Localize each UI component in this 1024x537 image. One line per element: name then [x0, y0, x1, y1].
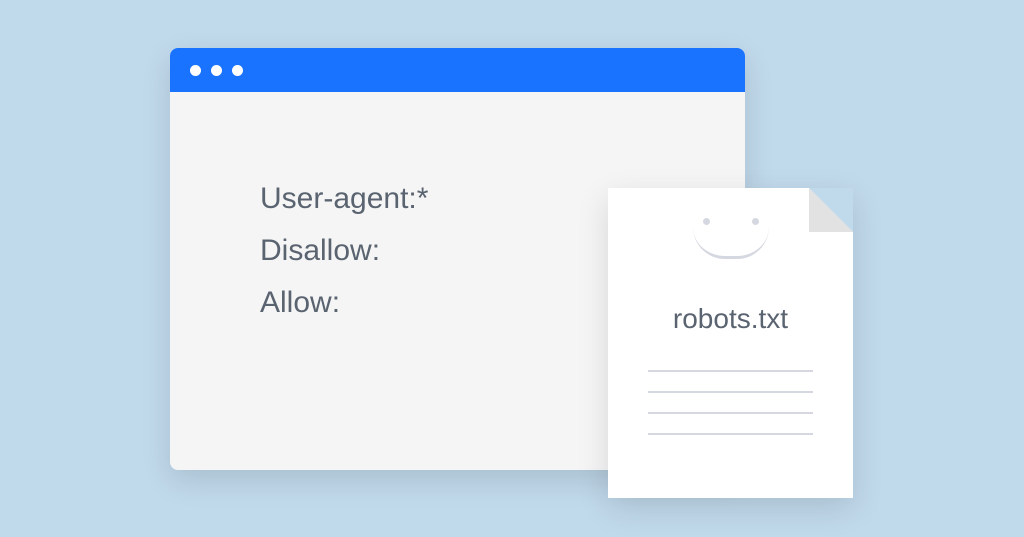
file-content-lines	[648, 370, 813, 435]
browser-titlebar	[170, 48, 745, 92]
file-text-line	[648, 412, 813, 414]
traffic-light-dot	[190, 65, 201, 76]
face-eye-icon	[752, 218, 759, 225]
traffic-light-dot	[232, 65, 243, 76]
file-text-line	[648, 370, 813, 372]
file-name-label: robots.txt	[608, 303, 853, 335]
face-smile-icon	[693, 227, 769, 259]
smiley-face-icon	[608, 218, 853, 268]
face-eye-icon	[703, 218, 710, 225]
file-text-line	[648, 433, 813, 435]
file-card: robots.txt	[608, 188, 853, 498]
traffic-light-dot	[211, 65, 222, 76]
file-text-line	[648, 391, 813, 393]
